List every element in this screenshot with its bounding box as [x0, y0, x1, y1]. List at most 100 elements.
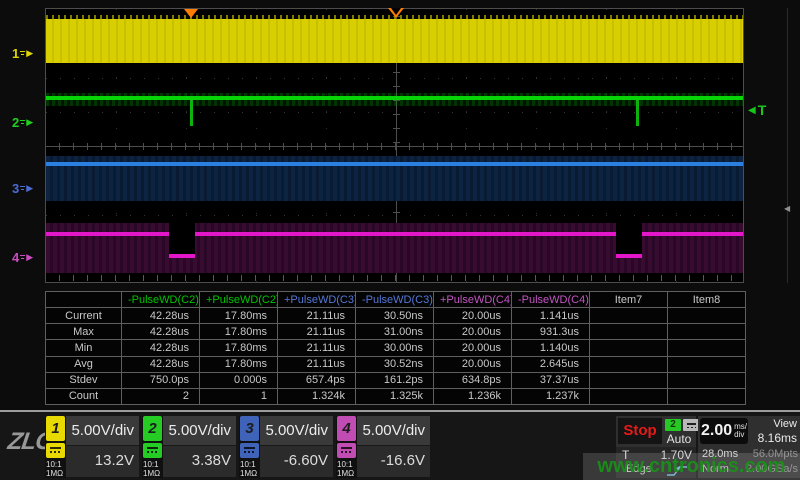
row-label: Avg: [46, 356, 122, 372]
meas-value: [590, 388, 668, 404]
meas-value: [590, 324, 668, 340]
ch3-number: 3: [12, 181, 19, 196]
ch3-coupling-button[interactable]: [240, 443, 259, 458]
ch1-number: 1: [12, 46, 19, 61]
ch1-ground-icon: [20, 50, 25, 57]
trigger-level-t-label: T: [758, 102, 767, 118]
meas-value: [668, 308, 746, 324]
meas-value: 31.00ns: [356, 324, 434, 340]
trigger-position-marker-icon[interactable]: [388, 8, 404, 18]
ch2-badge[interactable]: 2: [143, 416, 162, 441]
ch3-offset[interactable]: -6.60V: [260, 446, 333, 477]
meas-value: 21.11us: [278, 340, 356, 356]
meas-col-header[interactable]: Item8: [668, 292, 746, 308]
ch2-number: 2: [12, 115, 19, 130]
timebase-scale-box[interactable]: 2.00 ms/div: [700, 418, 748, 444]
dc-coupling-icon: [50, 447, 61, 454]
meas-value: 42.28us: [122, 308, 200, 324]
table-row: Max 42.28us 17.80ms 21.11us 31.00ns 20.0…: [46, 324, 746, 340]
ch1-offset[interactable]: 13.2V: [66, 446, 139, 477]
meas-value: 21.11us: [278, 324, 356, 340]
ch2-status-block[interactable]: 2 10:1 1MΩ 5.00V/div 3.38V: [142, 416, 236, 478]
meas-value: [668, 388, 746, 404]
ch2-ground-icon: [20, 119, 25, 126]
ch1-readouts: 5.00V/div 13.2V: [66, 416, 139, 478]
ch2-coupling-button[interactable]: [143, 443, 162, 458]
ch1-status-block[interactable]: 1 10:1 1MΩ 5.00V/div 13.2V: [45, 416, 139, 478]
ch3-readouts: 5.00V/div -6.60V: [260, 416, 333, 478]
meas-value: 30.52ns: [356, 356, 434, 372]
meas-col-header[interactable]: +PulseWD(C3): [278, 292, 356, 308]
ch2-position-marker[interactable]: 2 ▶: [12, 115, 44, 129]
ch1-position-marker[interactable]: 1 ▶: [12, 46, 44, 60]
meas-col-header[interactable]: +PulseWD(C4): [434, 292, 512, 308]
collapse-arrow-icon[interactable]: ◀: [784, 204, 790, 213]
watermark-text: www.cntronics.com: [597, 455, 785, 478]
meas-value: [590, 356, 668, 372]
ch3-status-block[interactable]: 3 10:1 1MΩ 5.00V/div -6.60V: [239, 416, 333, 478]
meas-value: 1.141us: [512, 308, 590, 324]
meas-value: [590, 308, 668, 324]
ch1-coupling-button[interactable]: [46, 443, 65, 458]
meas-value: 634.8ps: [434, 372, 512, 388]
right-margin-divider: [787, 8, 788, 283]
meas-value: 1.237k: [512, 388, 590, 404]
ch2-impedance: 1MΩ: [142, 470, 160, 478]
ch4-position-marker[interactable]: 4 ▶: [12, 250, 44, 264]
ch2-badge-column: 2 10:1 1MΩ: [142, 416, 163, 478]
ch2-offset[interactable]: 3.38V: [163, 446, 236, 477]
ch2-scale[interactable]: 5.00V/div: [163, 416, 236, 446]
ch3-position-marker[interactable]: 3 ▶: [12, 181, 44, 195]
view-label: View: [773, 418, 797, 430]
meas-value: 1: [200, 388, 278, 404]
ch1-arrow-icon: ▶: [26, 49, 33, 58]
meas-value: 1.140us: [512, 340, 590, 356]
meas-value: [668, 340, 746, 356]
trigger-coupling-badge[interactable]: [683, 419, 699, 431]
timebase-scale-value: 2.00: [701, 422, 732, 440]
ch2-probe-ratio: 10:1: [142, 461, 159, 469]
bottom-status-bar: ZLG® 1 10:1 1MΩ 5.00V/div 13.2V 2 10:1 1…: [0, 412, 800, 480]
ch4-status-block[interactable]: 4 10:1 1MΩ 5.00V/div -16.6V: [336, 416, 430, 478]
waveform-display[interactable]: [45, 8, 744, 283]
ch1-badge-column: 1 10:1 1MΩ: [45, 416, 66, 478]
trigger-source-badge[interactable]: 2: [665, 419, 681, 431]
ch4-badge-column: 4 10:1 1MΩ: [336, 416, 357, 478]
trigger-mode[interactable]: Auto: [662, 432, 696, 446]
ch1-waveform: [46, 19, 743, 63]
trigger-delay-marker-icon[interactable]: [184, 9, 198, 18]
ch1-badge[interactable]: 1: [46, 416, 65, 441]
meas-value: 0.000s: [200, 372, 278, 388]
meas-value: 1.324k: [278, 388, 356, 404]
ch3-badge[interactable]: 3: [240, 416, 259, 441]
table-row: Count 2 1 1.324k 1.325k 1.236k 1.237k: [46, 388, 746, 404]
meas-col-header[interactable]: Item7: [590, 292, 668, 308]
run-stop-indicator[interactable]: Stop: [618, 418, 662, 444]
meas-value: 2.645us: [512, 356, 590, 372]
ch3-scale[interactable]: 5.00V/div: [260, 416, 333, 446]
meas-value: 20.00us: [434, 340, 512, 356]
ch4-badge[interactable]: 4: [337, 416, 356, 441]
meas-col-header[interactable]: -PulseWD(C2): [122, 292, 200, 308]
ch4-coupling-button[interactable]: [337, 443, 356, 458]
trigger-level-marker[interactable]: ◀ T: [748, 102, 766, 118]
ch4-pulse-notch: [169, 222, 195, 254]
row-label: Current: [46, 308, 122, 324]
meas-col-header[interactable]: +PulseWD(C2): [200, 292, 278, 308]
ch1-scale[interactable]: 5.00V/div: [66, 416, 139, 446]
ch4-readouts: 5.00V/div -16.6V: [357, 416, 430, 478]
meas-col-header[interactable]: -PulseWD(C4): [512, 292, 590, 308]
ch4-pulse-notch: [616, 222, 642, 254]
meas-value: 17.80ms: [200, 356, 278, 372]
measurement-table: -PulseWD(C2) +PulseWD(C2) +PulseWD(C3) -…: [45, 291, 746, 405]
meas-value: 20.00us: [434, 308, 512, 324]
ch1-impedance: 1MΩ: [45, 470, 63, 478]
ch3-badge-column: 3 10:1 1MΩ: [239, 416, 260, 478]
meas-value: 42.28us: [122, 356, 200, 372]
ch4-offset[interactable]: -16.6V: [357, 446, 430, 477]
meas-value: [590, 340, 668, 356]
ch4-scale[interactable]: 5.00V/div: [357, 416, 430, 446]
ch4-pulse-low: [616, 254, 642, 258]
meas-col-header[interactable]: -PulseWD(C3): [356, 292, 434, 308]
table-header-row: -PulseWD(C2) +PulseWD(C2) +PulseWD(C3) -…: [46, 292, 746, 308]
